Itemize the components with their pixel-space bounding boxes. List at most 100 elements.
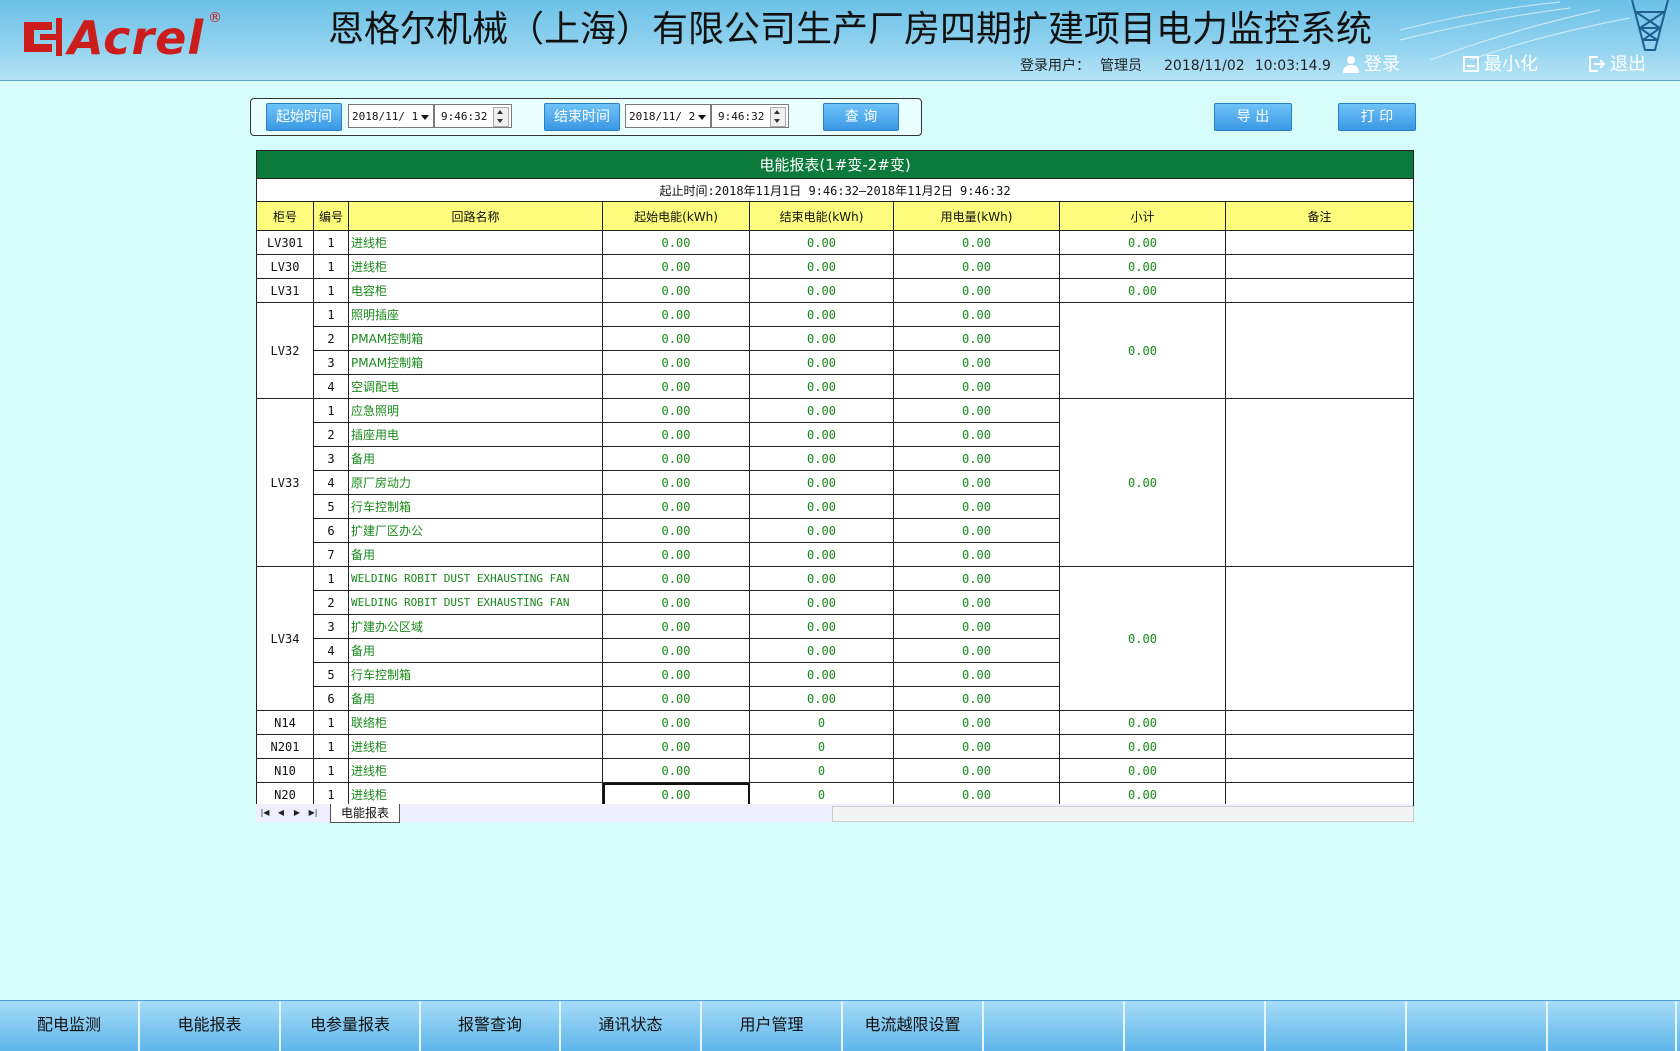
cabinet-id-cell[interactable]: LV30	[256, 254, 314, 279]
start-energy-cell[interactable]: 0.00	[602, 470, 750, 495]
remark-cell[interactable]	[1224, 302, 1415, 399]
usage-cell[interactable]: 0.00	[893, 230, 1060, 255]
usage-cell[interactable]: 0.00	[893, 326, 1060, 351]
end-energy-cell[interactable]: 0.00	[749, 302, 894, 327]
end-energy-cell[interactable]: 0.00	[749, 446, 894, 471]
circuit-name-cell[interactable]: 扩建办公区域	[348, 614, 603, 639]
start-energy-cell[interactable]: 0.00	[602, 446, 750, 471]
start-energy-cell[interactable]: 0.00	[602, 638, 750, 663]
nav-item-12[interactable]	[1548, 1001, 1677, 1051]
login-button[interactable]: 登录	[1342, 52, 1400, 78]
start-energy-cell[interactable]: 0.00	[602, 566, 750, 591]
start-energy-cell[interactable]: 0.00	[602, 230, 750, 255]
end-energy-cell[interactable]: 0.00	[749, 566, 894, 591]
circuit-name-cell[interactable]: 备用	[348, 542, 603, 567]
circuit-number-cell[interactable]: 1	[313, 302, 349, 327]
cabinet-id-cell[interactable]: LV33	[256, 398, 314, 567]
end-energy-cell[interactable]: 0.00	[749, 398, 894, 423]
prev-sheet-icon[interactable]: ◀	[274, 807, 288, 819]
usage-cell[interactable]: 0.00	[893, 350, 1060, 375]
exit-button[interactable]: 退出	[1588, 52, 1646, 78]
circuit-number-cell[interactable]: 1	[313, 758, 349, 783]
circuit-name-cell[interactable]: 备用	[348, 446, 603, 471]
circuit-name-cell[interactable]: WELDING ROBIT DUST EXHAUSTING FAN	[348, 590, 603, 615]
nav-item-1[interactable]: 配电监测	[0, 1001, 140, 1051]
circuit-name-cell[interactable]: PMAM控制箱	[348, 326, 603, 351]
end-time-field[interactable]: 9:46:32	[711, 104, 789, 128]
start-energy-cell[interactable]: 0.00	[602, 542, 750, 567]
usage-cell[interactable]: 0.00	[893, 446, 1060, 471]
circuit-name-cell[interactable]: 行车控制箱	[348, 662, 603, 687]
last-sheet-icon[interactable]: ▶|	[306, 807, 320, 819]
end-energy-cell[interactable]: 0.00	[749, 638, 894, 663]
circuit-number-cell[interactable]: 1	[313, 566, 349, 591]
end-energy-cell[interactable]: 0.00	[749, 350, 894, 375]
subtotal-cell[interactable]: 0.00	[1059, 782, 1226, 807]
circuit-number-cell[interactable]: 2	[313, 326, 349, 351]
circuit-number-cell[interactable]: 1	[313, 710, 349, 735]
start-energy-cell[interactable]: 0.00	[602, 734, 750, 759]
remark-cell[interactable]	[1224, 230, 1415, 255]
start-energy-cell[interactable]: 0.00	[602, 710, 750, 735]
end-energy-cell[interactable]: 0.00	[749, 422, 894, 447]
end-date-picker[interactable]: 2018/11/ 2	[625, 104, 711, 128]
end-energy-cell[interactable]: 0.00	[749, 278, 894, 303]
start-energy-cell[interactable]: 0.00	[602, 614, 750, 639]
start-energy-cell[interactable]: 0.00	[602, 758, 750, 783]
subtotal-cell[interactable]: 0.00	[1059, 566, 1226, 711]
start-energy-cell[interactable]: 0.00	[602, 686, 750, 711]
nav-item-7[interactable]: 电流越限设置	[843, 1001, 984, 1051]
circuit-number-cell[interactable]: 1	[313, 398, 349, 423]
end-energy-cell[interactable]: 0.00	[749, 518, 894, 543]
start-date-picker[interactable]: 2018/11/ 1	[348, 104, 434, 128]
usage-cell[interactable]: 0.00	[893, 542, 1060, 567]
usage-cell[interactable]: 0.00	[893, 302, 1060, 327]
subtotal-cell[interactable]: 0.00	[1059, 734, 1226, 759]
remark-cell[interactable]	[1224, 710, 1415, 735]
start-time-field[interactable]: 9:46:32	[434, 104, 512, 128]
nav-item-4[interactable]: 报警查询	[421, 1001, 561, 1051]
circuit-number-cell[interactable]: 4	[313, 374, 349, 399]
nav-item-3[interactable]: 电参量报表	[281, 1001, 421, 1051]
subtotal-cell[interactable]: 0.00	[1059, 302, 1226, 399]
start-energy-cell[interactable]: 0.00	[602, 662, 750, 687]
end-energy-cell[interactable]: 0	[749, 782, 894, 807]
circuit-number-cell[interactable]: 2	[313, 590, 349, 615]
start-energy-cell[interactable]: 0.00	[602, 518, 750, 543]
usage-cell[interactable]: 0.00	[893, 710, 1060, 735]
chevron-down-icon[interactable]	[698, 115, 706, 120]
end-energy-cell[interactable]: 0	[749, 734, 894, 759]
circuit-name-cell[interactable]: 照明插座	[348, 302, 603, 327]
nav-item-11[interactable]	[1407, 1001, 1548, 1051]
remark-cell[interactable]	[1224, 758, 1415, 783]
subtotal-cell[interactable]: 0.00	[1059, 230, 1226, 255]
next-sheet-icon[interactable]: ▶	[290, 807, 304, 819]
start-energy-cell[interactable]: 0.00	[602, 782, 750, 807]
circuit-name-cell[interactable]: 备用	[348, 638, 603, 663]
cabinet-id-cell[interactable]: LV301	[256, 230, 314, 255]
remark-cell[interactable]	[1224, 734, 1415, 759]
circuit-name-cell[interactable]: 进线柜	[348, 254, 603, 279]
usage-cell[interactable]: 0.00	[893, 758, 1060, 783]
start-energy-cell[interactable]: 0.00	[602, 494, 750, 519]
circuit-number-cell[interactable]: 5	[313, 494, 349, 519]
circuit-name-cell[interactable]: 原厂房动力	[348, 470, 603, 495]
remark-cell[interactable]	[1224, 278, 1415, 303]
circuit-name-cell[interactable]: 电容柜	[348, 278, 603, 303]
usage-cell[interactable]: 0.00	[893, 398, 1060, 423]
circuit-name-cell[interactable]: 行车控制箱	[348, 494, 603, 519]
start-energy-cell[interactable]: 0.00	[602, 374, 750, 399]
circuit-number-cell[interactable]: 1	[313, 734, 349, 759]
subtotal-cell[interactable]: 0.00	[1059, 758, 1226, 783]
circuit-number-cell[interactable]: 6	[313, 686, 349, 711]
circuit-name-cell[interactable]: 扩建厂区办公	[348, 518, 603, 543]
start-energy-cell[interactable]: 0.00	[602, 590, 750, 615]
end-energy-cell[interactable]: 0.00	[749, 686, 894, 711]
sheet-tab-energy-report[interactable]: 电能报表	[330, 804, 401, 823]
circuit-number-cell[interactable]: 7	[313, 542, 349, 567]
remark-cell[interactable]	[1224, 254, 1415, 279]
cabinet-id-cell[interactable]: LV31	[256, 278, 314, 303]
start-energy-cell[interactable]: 0.00	[602, 302, 750, 327]
circuit-number-cell[interactable]: 1	[313, 782, 349, 807]
circuit-name-cell[interactable]: 联络柜	[348, 710, 603, 735]
